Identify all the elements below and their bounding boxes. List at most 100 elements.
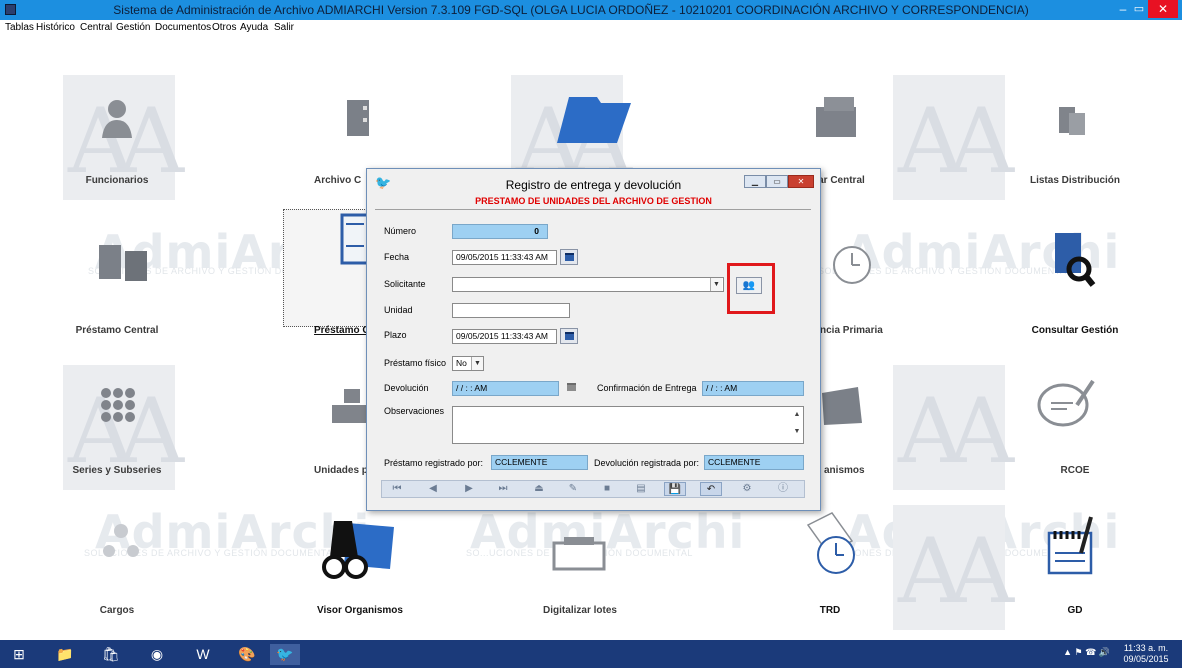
save-icon[interactable]: 💾 bbox=[664, 482, 686, 496]
chevron-down-icon[interactable]: ▼ bbox=[471, 357, 483, 370]
loan-registration-dialog: 🐦 Registro de entrega y devolución ▁ ▭ ✕… bbox=[366, 168, 821, 511]
tile-label: RCOE bbox=[1060, 465, 1090, 476]
windows-start-icon[interactable]: ⊞ bbox=[4, 644, 34, 665]
confirmacion-field[interactable]: / / : : AM bbox=[702, 381, 804, 396]
bricks-icon bbox=[332, 389, 368, 423]
solicitante-combo[interactable] bbox=[452, 277, 724, 292]
menu-salir[interactable]: Salir bbox=[274, 22, 294, 33]
dialog-close-button[interactable]: ✕ bbox=[788, 175, 814, 188]
menu-ayuda[interactable]: Ayuda bbox=[240, 22, 268, 33]
paint-icon[interactable]: 🎨 bbox=[232, 644, 262, 665]
devolucion-registrada-label: Devolución registrada por: bbox=[594, 458, 700, 468]
prestamo-fisico-label: Préstamo físico bbox=[384, 358, 447, 368]
textarea-scrollbar[interactable]: ▲ ▼ bbox=[791, 407, 803, 443]
prestamo-registrado-field: CCLEMENTE bbox=[491, 455, 588, 470]
dialog-subtitle: PRESTAMO DE UNIDADES DEL ARCHIVO DE GEST… bbox=[475, 196, 712, 206]
numero-field[interactable]: 0 bbox=[452, 224, 548, 239]
word-icon[interactable]: W bbox=[188, 644, 218, 665]
signature-icon bbox=[1037, 379, 1095, 427]
file-explorer-icon[interactable]: 📁 bbox=[50, 644, 80, 665]
tile-label: GD bbox=[1067, 605, 1083, 616]
fecha-field[interactable]: 09/05/2015 11:33:43 AM bbox=[452, 250, 557, 265]
grid-dots-icon bbox=[101, 388, 135, 422]
dialog-window-controls: ▁ ▭ ✕ bbox=[744, 175, 814, 189]
fecha-calendar-button[interactable] bbox=[560, 249, 578, 265]
devolucion-label: Devolución bbox=[384, 383, 429, 393]
folders-icon bbox=[822, 387, 862, 425]
menu-historico[interactable]: Histórico bbox=[36, 22, 75, 33]
dialog-minimize-button[interactable]: ▁ bbox=[744, 175, 766, 188]
tile-label: Cargos bbox=[99, 605, 135, 616]
window-title: Sistema de Administración de Archivo ADM… bbox=[113, 3, 1029, 17]
user-icon bbox=[102, 100, 132, 138]
unidad-field[interactable] bbox=[452, 303, 570, 318]
minimize-button[interactable]: – bbox=[1114, 2, 1132, 16]
maximize-button[interactable]: ▭ bbox=[1132, 2, 1146, 16]
observaciones-label: Observaciones bbox=[384, 406, 445, 416]
boxes-icon bbox=[816, 97, 856, 137]
tile-label: Visor Organismos bbox=[317, 605, 403, 616]
highlight-box bbox=[727, 263, 775, 314]
taskbar: ⊞ 📁 🛍 ◉ W 🎨 🐦 ▲ ⚑ ☎ 🔊 11:33 a. m. 09/05/… bbox=[0, 640, 1182, 668]
divider bbox=[375, 209, 811, 210]
info-icon[interactable]: ⓘ bbox=[772, 482, 794, 496]
chrome-icon[interactable]: ◉ bbox=[142, 644, 172, 665]
menu-gestion[interactable]: Gestión bbox=[116, 22, 150, 33]
calendar-icon bbox=[567, 383, 576, 391]
edit-icon[interactable]: ✎ bbox=[562, 482, 584, 496]
plazo-label: Plazo bbox=[384, 330, 407, 340]
org-chart-icon bbox=[103, 524, 139, 557]
tile-label: Funcionarios bbox=[85, 175, 149, 186]
undo-icon[interactable]: ↶ bbox=[700, 482, 722, 496]
system-tray[interactable]: ▲ ⚑ ☎ 🔊 bbox=[1063, 647, 1110, 658]
document-icon[interactable]: ▤ bbox=[630, 482, 652, 496]
notebook-pen-icon bbox=[1047, 516, 1093, 575]
store-icon[interactable]: 🛍 bbox=[96, 644, 126, 665]
tile-label: Listas Distribución bbox=[1029, 175, 1120, 186]
menu-bar: Tablas Histórico Central Gestión Documen… bbox=[0, 20, 1182, 36]
dialog-title-bar: 🐦 Registro de entrega y devolución ▁ ▭ ✕ bbox=[367, 169, 820, 195]
first-record-icon[interactable]: ⏮ bbox=[386, 482, 408, 496]
unidad-label: Unidad bbox=[384, 305, 413, 315]
admiarchi-taskbar-icon[interactable]: 🐦 bbox=[270, 644, 300, 665]
scanner-icon bbox=[552, 537, 606, 571]
last-record-icon[interactable]: ⏭ bbox=[492, 482, 514, 496]
solicitante-label: Solicitante bbox=[384, 279, 426, 289]
eject-icon[interactable]: ⏏ bbox=[528, 482, 550, 496]
confirmacion-label: Confirmación de Entrega bbox=[597, 383, 697, 393]
close-button[interactable]: ✕ bbox=[1148, 0, 1178, 18]
devolucion-field[interactable]: / / : : AM bbox=[452, 381, 559, 396]
devolucion-calendar-button[interactable] bbox=[563, 380, 581, 396]
numero-label: Número bbox=[384, 226, 417, 236]
tools-icon[interactable]: ⚙ bbox=[736, 482, 758, 496]
next-record-icon[interactable]: ▶ bbox=[458, 482, 480, 496]
observaciones-textarea[interactable]: ▲ ▼ bbox=[452, 406, 804, 444]
tile-label: Préstamo Central bbox=[75, 325, 159, 336]
plazo-calendar-button[interactable] bbox=[560, 328, 578, 344]
clock-time: 11:33 a. m. bbox=[1123, 643, 1169, 653]
clock-icon bbox=[833, 246, 871, 284]
folder-icon bbox=[557, 97, 631, 143]
menu-tablas[interactable]: Tablas bbox=[5, 22, 34, 33]
cabinet-icon bbox=[347, 100, 369, 136]
tile-label: ncia Primaria bbox=[820, 325, 883, 336]
plazo-field[interactable]: 09/05/2015 11:33:43 AM bbox=[452, 329, 557, 344]
previous-record-icon[interactable]: ◀ bbox=[422, 482, 444, 496]
clock-date: 09/05/2015 bbox=[1123, 654, 1169, 664]
documents-icon bbox=[1059, 107, 1085, 135]
cabinets-icon bbox=[99, 245, 147, 281]
chevron-down-icon[interactable]: ▼ bbox=[710, 278, 722, 291]
taskbar-clock[interactable]: 11:33 a. m. 09/05/2015 bbox=[1116, 643, 1176, 665]
menu-documentos[interactable]: Documentos bbox=[155, 22, 211, 33]
delete-icon[interactable]: ■ bbox=[596, 482, 618, 496]
window-title-bar: Sistema de Administración de Archivo ADM… bbox=[0, 0, 1182, 20]
search-document-icon bbox=[1055, 233, 1096, 287]
dialog-maximize-button[interactable]: ▭ bbox=[766, 175, 788, 188]
menu-otros[interactable]: Otros bbox=[212, 22, 236, 33]
calendar-icon bbox=[565, 332, 574, 340]
record-navigation-bar: ⏮ ◀ ▶ ⏭ ⏏ ✎ ■ ▤ 💾 ↶ ⚙ ⓘ bbox=[381, 480, 805, 498]
binoculars-icon bbox=[322, 521, 394, 579]
tile-label: Digitalizar lotes bbox=[543, 605, 617, 616]
devolucion-registrada-field: CCLEMENTE bbox=[704, 455, 804, 470]
menu-central[interactable]: Central bbox=[80, 22, 112, 33]
